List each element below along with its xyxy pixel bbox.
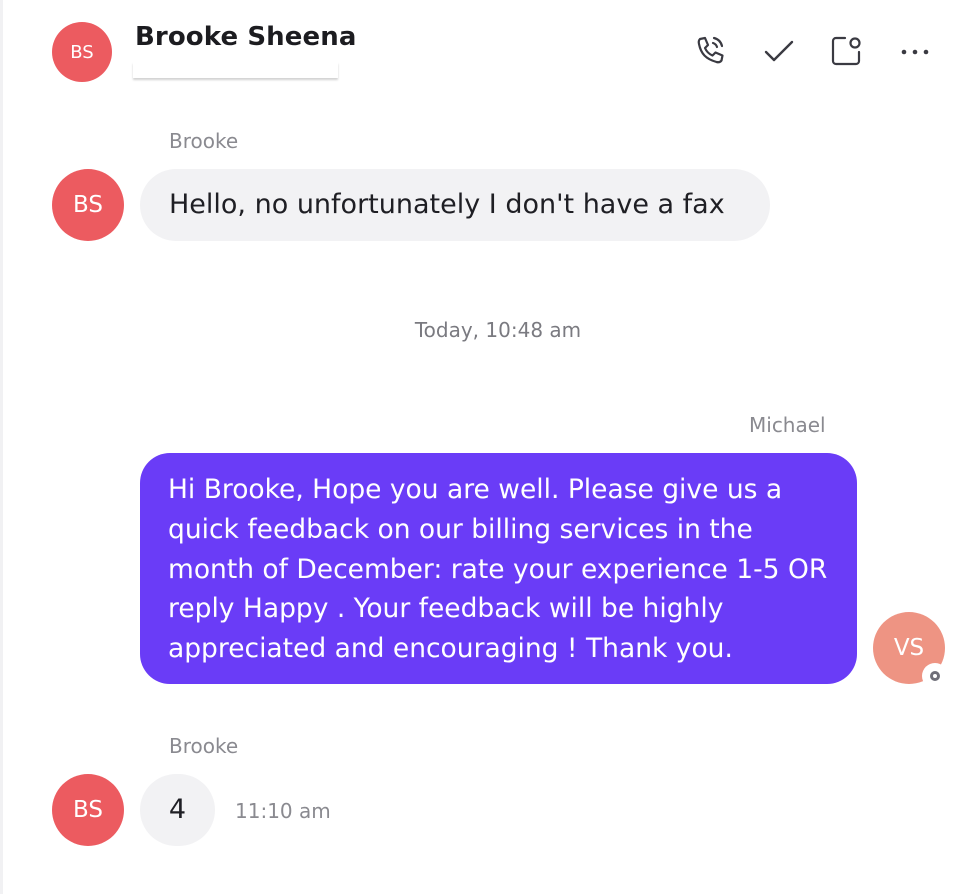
- sender-avatar-initials: BS: [73, 797, 103, 823]
- sender-avatar[interactable]: BS: [52, 169, 124, 241]
- contact-avatar[interactable]: BS: [52, 22, 112, 82]
- agent-avatar-initials: VS: [893, 635, 925, 661]
- sender-name: Brooke: [169, 129, 239, 153]
- sender-name: Brooke: [169, 734, 239, 758]
- message-text: Hello, no unfortunately I don't have a f…: [169, 189, 725, 220]
- sender-avatar[interactable]: BS: [52, 774, 124, 846]
- contact-name-field: [133, 62, 338, 78]
- incoming-message-bubble[interactable]: 4: [140, 774, 215, 846]
- message-timestamp: 11:10 am: [235, 799, 331, 823]
- message-text: 4: [168, 794, 187, 825]
- phone-icon[interactable]: [692, 33, 728, 69]
- check-icon[interactable]: [761, 33, 797, 69]
- panel-border: [0, 0, 3, 894]
- contact-name[interactable]: Brooke Sheena: [135, 22, 357, 52]
- status-indicator-icon: [922, 663, 948, 689]
- message-text: Hi Brooke, Hope you are well. Please giv…: [168, 474, 828, 665]
- new-window-icon[interactable]: [828, 33, 864, 69]
- date-separator: Today, 10:48 am: [414, 318, 582, 342]
- outgoing-message-bubble[interactable]: Hi Brooke, Hope you are well. Please giv…: [140, 453, 857, 684]
- sender-name: Michael: [749, 413, 826, 437]
- conversation-header: BS Brooke Sheena: [0, 0, 960, 100]
- contact-avatar-initials: BS: [70, 41, 94, 63]
- status-ring: [930, 671, 940, 681]
- incoming-message-bubble[interactable]: Hello, no unfortunately I don't have a f…: [140, 169, 770, 241]
- sender-avatar-initials: BS: [73, 192, 103, 218]
- more-options-icon[interactable]: [897, 33, 933, 69]
